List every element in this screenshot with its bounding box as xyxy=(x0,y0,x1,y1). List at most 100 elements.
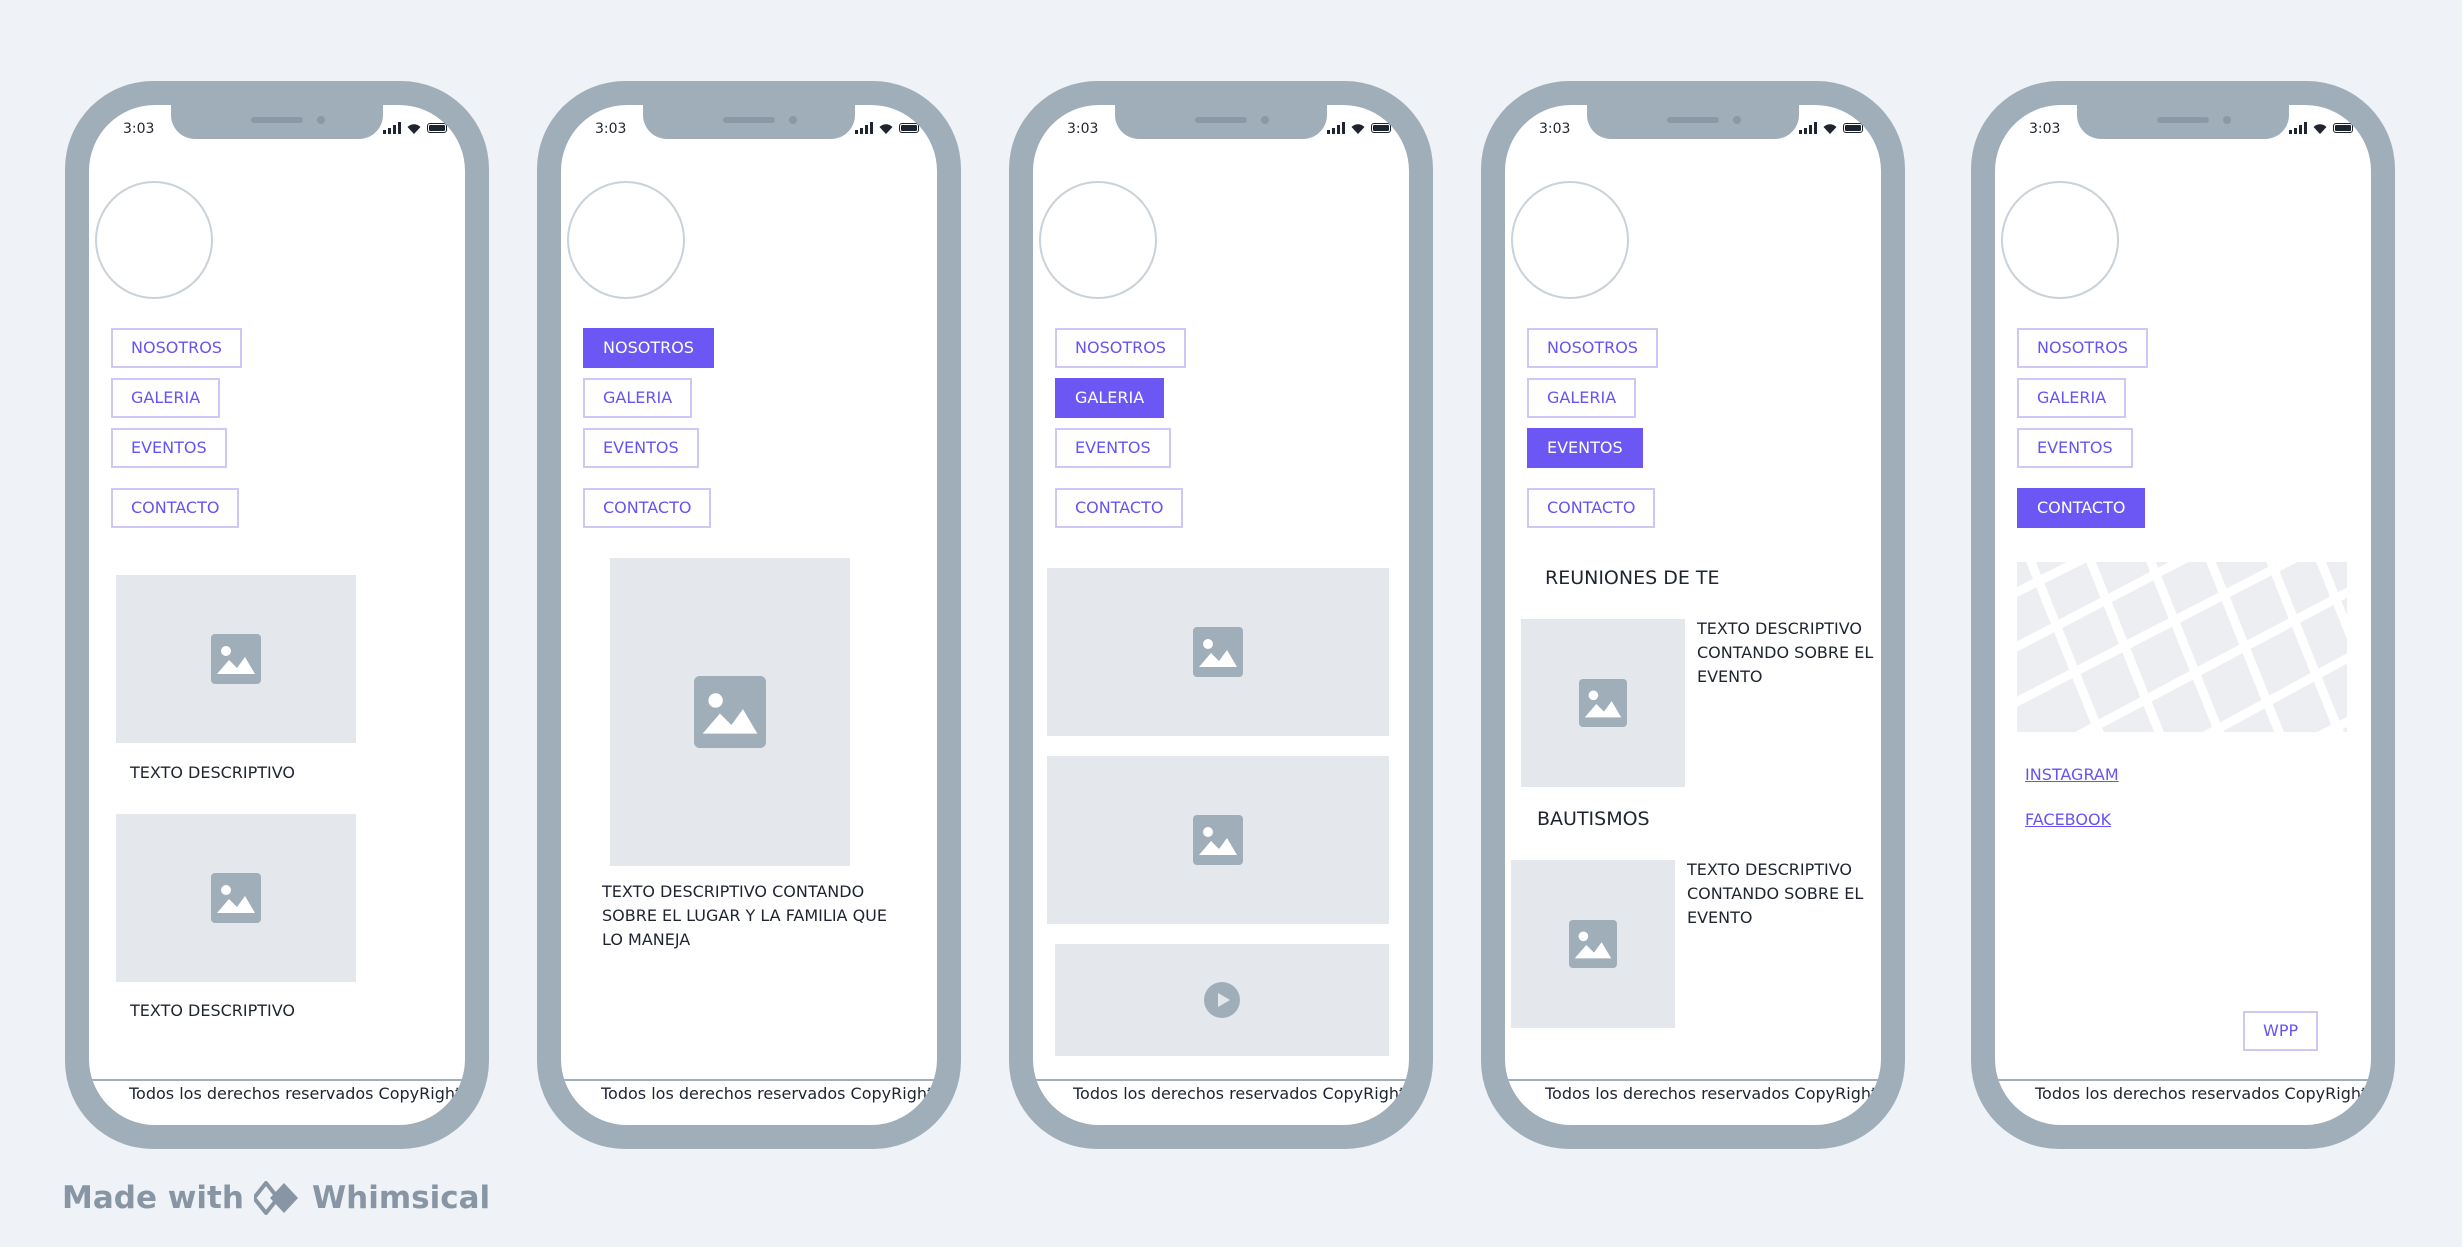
nav-galeria-button[interactable]: GALERIA xyxy=(1527,378,1637,418)
battery-icon xyxy=(427,123,447,133)
phone-contacto: 3:03 NOSOTROS GALERIA EVENTOS CONTACTO I… xyxy=(1971,81,2395,1149)
nav-contacto-button[interactable]: CONTACTO xyxy=(2017,488,2146,528)
phone-eventos: 3:03 NOSOTROS GALERIA EVENTOS CONTACTO R… xyxy=(1481,81,1905,1149)
nav-contacto-button[interactable]: CONTACTO xyxy=(111,488,240,528)
nav-nosotros-button[interactable]: NOSOTROS xyxy=(1055,328,1186,368)
nav-galeria-button[interactable]: GALERIA xyxy=(111,378,221,418)
whimsical-logo-icon xyxy=(253,1181,298,1215)
event-image-placeholder xyxy=(1521,619,1685,787)
nav-galeria-button[interactable]: GALERIA xyxy=(2017,378,2127,418)
screen-eventos: 3:03 NOSOTROS GALERIA EVENTOS CONTACTO R… xyxy=(1505,105,1881,1125)
nav-contacto-button[interactable]: CONTACTO xyxy=(583,488,712,528)
image-caption: TEXTO DESCRIPTIVO xyxy=(130,1001,296,1020)
footer-divider xyxy=(561,1079,937,1081)
nav-nosotros-button[interactable]: NOSOTROS xyxy=(1527,328,1658,368)
status-icons xyxy=(383,121,447,135)
signal-icon xyxy=(1799,122,1817,134)
logo-placeholder xyxy=(1039,181,1157,299)
image-icon xyxy=(1579,679,1627,727)
nav-eventos-button[interactable]: EVENTOS xyxy=(2017,428,2133,468)
map-placeholder[interactable] xyxy=(2017,562,2347,732)
image-placeholder xyxy=(610,558,850,866)
logo-placeholder xyxy=(567,181,685,299)
nav-contacto-button[interactable]: CONTACTO xyxy=(1527,488,1656,528)
event-image-placeholder xyxy=(1511,860,1675,1028)
facebook-link[interactable]: FACEBOOK xyxy=(2025,810,2111,829)
wifi-icon xyxy=(1823,123,1837,134)
map-icon xyxy=(2017,562,2347,732)
footer-divider xyxy=(1505,1079,1881,1081)
image-placeholder xyxy=(116,814,356,982)
wifi-icon xyxy=(1351,123,1365,134)
image-icon xyxy=(211,634,261,684)
event-description: TEXTO DESCRIPTIVO CONTANDO SOBRE EL EVEN… xyxy=(1687,860,1864,927)
battery-icon xyxy=(2333,123,2353,133)
made-with-whimsical[interactable]: Made with Whimsical xyxy=(62,1176,490,1220)
brand-prefix: Made with xyxy=(62,1180,244,1216)
footer-divider xyxy=(1995,1079,2371,1081)
status-time: 3:03 xyxy=(123,121,155,137)
image-icon xyxy=(1193,627,1243,677)
footer-text: Todos los derechos reservados CopyRight xyxy=(601,1084,934,1103)
status-icons xyxy=(1327,121,1391,135)
notch xyxy=(1587,105,1799,139)
image-placeholder xyxy=(116,575,356,743)
signal-icon xyxy=(1327,122,1345,134)
battery-icon xyxy=(1843,123,1863,133)
description-text: TEXTO DESCRIPTIVO CONTANDO SOBRE EL LUGA… xyxy=(602,882,887,949)
nav-eventos-button[interactable]: EVENTOS xyxy=(111,428,227,468)
brand-name: Whimsical xyxy=(311,1180,491,1216)
signal-icon xyxy=(383,122,401,134)
wpp-button[interactable]: WPP xyxy=(2243,1011,2319,1051)
logo-placeholder xyxy=(2001,181,2119,299)
image-caption: TEXTO DESCRIPTIVO xyxy=(130,763,296,782)
image-icon xyxy=(694,676,766,748)
play-icon[interactable] xyxy=(1204,982,1240,1018)
image-icon xyxy=(211,873,261,923)
nav-contacto-button[interactable]: CONTACTO xyxy=(1055,488,1184,528)
footer-divider xyxy=(89,1079,465,1081)
footer-text: Todos los derechos reservados CopyRight xyxy=(129,1084,462,1103)
notch xyxy=(643,105,855,139)
phone-galeria: 3:03 NOSOTROS GALERIA EVENTOS CONTACTO T… xyxy=(1009,81,1433,1149)
gallery-image-placeholder xyxy=(1047,568,1389,736)
gallery-image-placeholder xyxy=(1047,756,1389,924)
nav-eventos-button[interactable]: EVENTOS xyxy=(1527,428,1643,468)
signal-icon xyxy=(855,122,873,134)
footer-divider xyxy=(1033,1079,1409,1081)
status-time: 3:03 xyxy=(2029,121,2061,137)
status-time: 3:03 xyxy=(1539,121,1571,137)
notch xyxy=(1115,105,1327,139)
image-icon xyxy=(1193,815,1243,865)
nav-eventos-button[interactable]: EVENTOS xyxy=(583,428,699,468)
image-icon xyxy=(1569,920,1617,968)
instagram-link[interactable]: INSTAGRAM xyxy=(2025,765,2119,784)
battery-icon xyxy=(899,123,919,133)
nav-galeria-button[interactable]: GALERIA xyxy=(1055,378,1165,418)
status-icons xyxy=(855,121,919,135)
screen-home: 3:03 NOSOTROS GALERIA EVENTOS CONTACTO T… xyxy=(89,105,465,1125)
nav-nosotros-button[interactable]: NOSOTROS xyxy=(583,328,714,368)
notch xyxy=(2077,105,2289,139)
footer-text: Todos los derechos reservados CopyRight xyxy=(1073,1084,1406,1103)
status-time: 3:03 xyxy=(1067,121,1099,137)
footer-text: Todos los derechos reservados CopyRight xyxy=(1545,1084,1878,1103)
logo-placeholder xyxy=(1511,181,1629,299)
phone-home: 3:03 NOSOTROS GALERIA EVENTOS CONTACTO T… xyxy=(65,81,489,1149)
wifi-icon xyxy=(407,123,421,134)
status-icons xyxy=(1799,121,1863,135)
wifi-icon xyxy=(879,123,893,134)
status-time: 3:03 xyxy=(595,121,627,137)
notch xyxy=(171,105,383,139)
screen-nosotros: 3:03 NOSOTROS GALERIA EVENTOS CONTACTO T… xyxy=(561,105,937,1125)
logo-placeholder xyxy=(95,181,213,299)
footer-text: Todos los derechos reservados CopyRight xyxy=(2035,1084,2368,1103)
nav-galeria-button[interactable]: GALERIA xyxy=(583,378,693,418)
nav-nosotros-button[interactable]: NOSOTROS xyxy=(111,328,242,368)
nav-eventos-button[interactable]: EVENTOS xyxy=(1055,428,1171,468)
screen-contacto: 3:03 NOSOTROS GALERIA EVENTOS CONTACTO I… xyxy=(1995,105,2371,1125)
nav-nosotros-button[interactable]: NOSOTROS xyxy=(2017,328,2148,368)
video-placeholder[interactable] xyxy=(1055,944,1389,1056)
phone-nosotros: 3:03 NOSOTROS GALERIA EVENTOS CONTACTO T… xyxy=(537,81,961,1149)
status-icons xyxy=(2289,121,2353,135)
